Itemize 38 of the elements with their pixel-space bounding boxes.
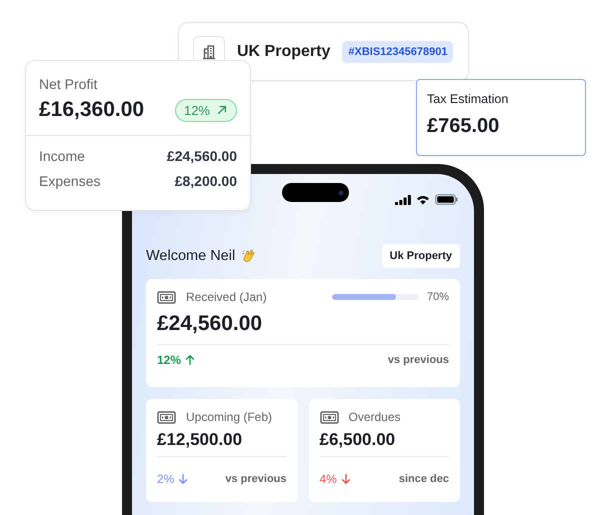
tax-label: Tax Estimation bbox=[427, 92, 510, 106]
arrow-up-icon bbox=[216, 104, 228, 116]
comparison-note: vs previous bbox=[225, 473, 286, 485]
row-label: Expenses bbox=[39, 173, 100, 189]
row-value: £8,200.00 bbox=[174, 173, 237, 189]
wifi-icon bbox=[416, 194, 430, 204]
arrow-down-icon bbox=[177, 473, 190, 485]
row-value: £24,560.00 bbox=[166, 148, 237, 164]
change-badge: 12% bbox=[174, 98, 237, 122]
change-percent: 4% bbox=[320, 472, 337, 486]
progress-reading: 70% bbox=[426, 291, 449, 303]
greeting-text: Welcome Neil bbox=[146, 248, 236, 264]
net-profit-amount: £16,360.00 bbox=[39, 98, 144, 122]
banknote-icon bbox=[157, 410, 176, 424]
tax-amount: £765.00 bbox=[427, 115, 500, 138]
stat-label: Received (Jan) bbox=[186, 290, 267, 304]
camera-icon bbox=[338, 190, 344, 196]
arrow-down-icon bbox=[340, 473, 352, 485]
change-percent: 2% bbox=[157, 472, 174, 486]
row-label: Income bbox=[39, 148, 85, 164]
stat-label: Overdues bbox=[348, 410, 401, 424]
stat-amount: £24,560.00 bbox=[157, 312, 264, 336]
comparison-note: vs previous bbox=[388, 354, 449, 366]
battery-icon bbox=[435, 194, 458, 205]
banknote-icon bbox=[157, 290, 176, 304]
property-tag: #XBIS12345678901 bbox=[342, 40, 454, 62]
banknote-icon bbox=[320, 410, 338, 424]
arrow-up-icon bbox=[184, 354, 196, 366]
change-percent: 12% bbox=[157, 353, 182, 367]
property-name: UK Property bbox=[237, 42, 330, 60]
comparison-note: since dec bbox=[398, 473, 449, 485]
property-button[interactable]: Uk Property bbox=[382, 244, 460, 268]
stat-amount: £6,500.00 bbox=[320, 430, 396, 450]
net-profit-label: Net Profit bbox=[39, 76, 98, 92]
signal-icon bbox=[395, 194, 411, 204]
stat-label: Upcoming (Feb) bbox=[186, 410, 272, 424]
stat-amount: £12,500.00 bbox=[157, 430, 244, 450]
building-glyph-icon bbox=[201, 44, 217, 60]
